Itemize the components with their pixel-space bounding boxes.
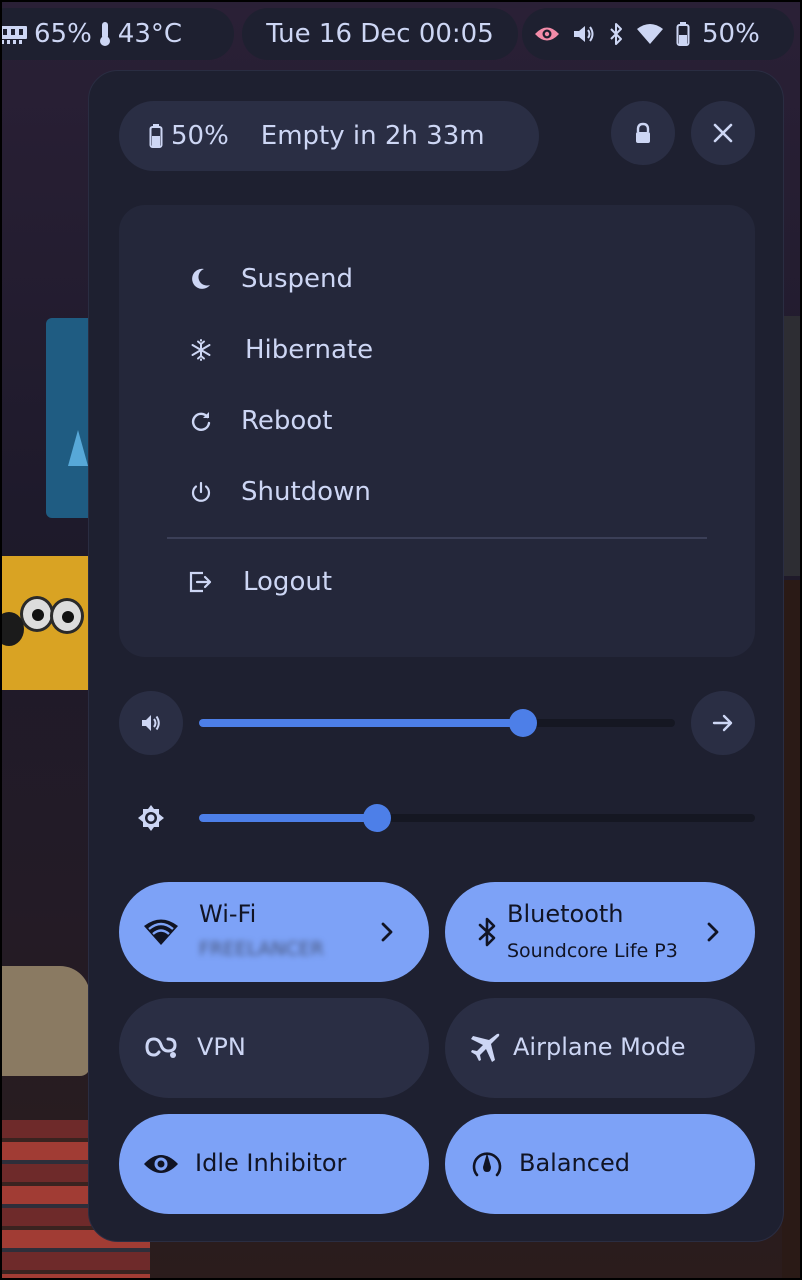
volume-slider-handle[interactable] (508, 709, 537, 737)
battery-icon (149, 124, 163, 148)
power-menu: Suspend Hibernate Reboot Shutdown Logout (119, 205, 755, 657)
suspend-label: Suspend (241, 264, 354, 294)
ram-usage-text: 65% (34, 19, 92, 49)
battery-icon[interactable] (676, 22, 690, 46)
airplane-icon (469, 1031, 505, 1065)
hibernate-button[interactable]: Hibernate (189, 325, 373, 375)
wallpaper-person (0, 966, 90, 1076)
memory-icon (0, 23, 28, 45)
volume-icon[interactable] (572, 23, 596, 45)
bluetooth-details-chevron-icon[interactable] (703, 919, 723, 945)
suspend-button[interactable]: Suspend (189, 254, 353, 304)
wallpaper-mascot-eye (20, 596, 54, 632)
lock-button[interactable] (611, 101, 675, 165)
volume-slider-fill (199, 719, 523, 727)
temperature-text: 43°C (117, 19, 183, 49)
logout-icon (189, 570, 213, 594)
snowflake-icon (189, 338, 213, 362)
airplane-mode-label: Airplane Mode (513, 1033, 686, 1061)
clock-text: Tue 16 Dec 00:05 (266, 19, 494, 49)
volume-row (119, 691, 755, 755)
battery-estimate: Empty in 2h 33m (260, 121, 485, 151)
clock-pill[interactable]: Tue 16 Dec 00:05 (242, 8, 518, 60)
brightness-icon-wrapper (119, 786, 183, 850)
brightness-slider[interactable] (199, 804, 755, 832)
wifi-icon (143, 915, 179, 949)
bluetooth-icon (469, 915, 505, 949)
lock-icon (634, 122, 652, 144)
power-profile-toggle[interactable]: Balanced (445, 1114, 755, 1214)
wallpaper-triangle (68, 430, 88, 466)
bluetooth-device-name: Soundcore Life P3 (507, 940, 678, 962)
system-tray-pill[interactable]: 50% (522, 8, 794, 60)
idle-inhibitor-toggle[interactable]: Idle Inhibitor (119, 1114, 429, 1214)
bluetooth-toggle[interactable]: Bluetooth Soundcore Life P3 (445, 882, 755, 982)
restart-icon (189, 409, 213, 433)
brightness-slider-handle[interactable] (362, 804, 391, 832)
close-button[interactable] (691, 101, 755, 165)
shutdown-label: Shutdown (241, 477, 371, 507)
brightness-slider-fill (199, 814, 377, 822)
close-icon (712, 122, 734, 144)
battery-percent: 50% (171, 121, 229, 151)
audio-output-button[interactable] (691, 691, 755, 755)
bluetooth-icon[interactable] (608, 22, 624, 46)
privacy-eye-icon[interactable] (534, 25, 560, 43)
reboot-button[interactable]: Reboot (189, 396, 332, 446)
brightness-icon (136, 803, 166, 833)
system-stats-pill[interactable]: 65% 43°C (0, 8, 234, 60)
volume-mute-button[interactable] (119, 691, 183, 755)
airplane-mode-toggle[interactable]: Airplane Mode (445, 998, 755, 1098)
wallpaper-right-edge (782, 316, 802, 576)
wifi-network-name: FREELANCER (199, 938, 324, 960)
control-center-panel: 50% Empty in 2h 33m Suspend Hibernate Re… (88, 70, 784, 1242)
battery-status-pill[interactable]: 50% Empty in 2h 33m (119, 101, 539, 171)
moon-icon (189, 267, 213, 291)
wifi-details-chevron-icon[interactable] (377, 919, 397, 945)
wifi-icon[interactable] (636, 23, 664, 45)
top-bar: 65% 43°C Tue 16 Dec 00:05 50% (0, 0, 802, 66)
power-icon (189, 480, 213, 504)
idle-inhibitor-label: Idle Inhibitor (195, 1149, 347, 1177)
power-profile-icon (469, 1147, 505, 1181)
wallpaper-mascot-eye (50, 598, 84, 634)
wifi-label: Wi-Fi (199, 900, 257, 928)
logout-button[interactable]: Logout (189, 557, 332, 607)
wifi-toggle[interactable]: Wi-Fi FREELANCER (119, 882, 429, 982)
arrow-right-icon (712, 713, 734, 733)
vpn-label: VPN (197, 1033, 246, 1061)
shutdown-button[interactable]: Shutdown (189, 467, 371, 517)
battery-percent-text: 50% (702, 19, 760, 49)
logout-label: Logout (243, 567, 333, 597)
power-profile-label: Balanced (519, 1149, 630, 1177)
volume-icon (140, 713, 162, 733)
vpn-icon (143, 1031, 179, 1065)
vpn-toggle[interactable]: VPN (119, 998, 429, 1098)
thermometer-icon (98, 21, 112, 47)
volume-slider[interactable] (199, 709, 675, 737)
brightness-row (119, 786, 755, 850)
reboot-label: Reboot (241, 406, 333, 436)
power-menu-divider (167, 537, 707, 539)
eye-icon (143, 1147, 179, 1181)
hibernate-label: Hibernate (245, 335, 374, 365)
bluetooth-label: Bluetooth (507, 900, 624, 928)
wallpaper-right-dark (782, 580, 802, 1280)
